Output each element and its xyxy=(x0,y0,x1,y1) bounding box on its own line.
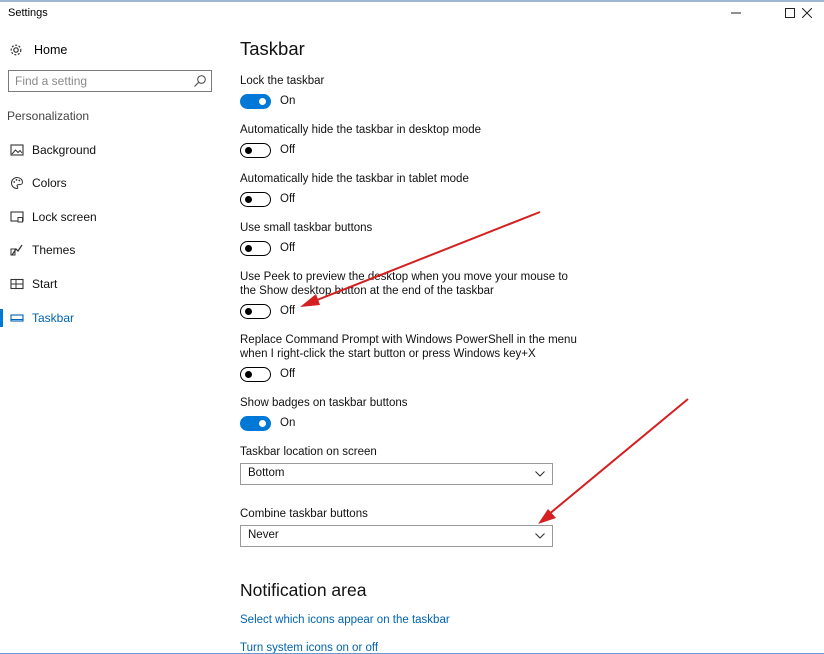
toggle-state-text: Off xyxy=(280,242,296,254)
toggle-knob xyxy=(259,419,266,427)
toggle-autohide-desktop[interactable] xyxy=(240,143,271,158)
dropdown-value: Never xyxy=(248,529,279,541)
setting-label-small-buttons: Use small taskbar buttons xyxy=(240,222,373,234)
setting-label-lock-taskbar: Lock the taskbar xyxy=(240,75,325,87)
toggle-state-text: Off xyxy=(280,368,296,380)
toggle-lock-taskbar[interactable] xyxy=(240,94,271,109)
taskbar-icon xyxy=(10,314,24,322)
search-input[interactable] xyxy=(9,71,199,91)
nav-home[interactable]: Home xyxy=(8,40,67,60)
setting-label-peek-line1: Use Peek to preview the desktop when you… xyxy=(240,271,568,283)
toggle-knob xyxy=(245,244,252,252)
sidebar-item-start[interactable]: Start xyxy=(0,273,222,295)
section-label-personalization: Personalization xyxy=(7,109,90,123)
minimize-icon xyxy=(731,12,741,14)
setting-label-autohide-desktop: Automatically hide the taskbar in deskto… xyxy=(240,124,481,136)
setting-label-peek-line2: the Show desktop button at the end of th… xyxy=(240,285,494,297)
toggle-state-text: On xyxy=(280,95,296,107)
toggle-powershell[interactable] xyxy=(240,367,271,382)
start-icon xyxy=(10,278,24,290)
minimize-button[interactable] xyxy=(719,3,753,23)
search-box[interactable] xyxy=(8,70,212,92)
setting-label-powershell-line2: when I right-click the start button or p… xyxy=(240,348,536,360)
dropdown-taskbar-location[interactable]: Bottom xyxy=(240,463,553,485)
themes-icon xyxy=(10,244,23,256)
toggle-small-buttons[interactable] xyxy=(240,241,271,256)
chevron-down-icon xyxy=(535,533,545,539)
annotation-arrow-combine xyxy=(538,398,689,524)
close-button[interactable] xyxy=(790,3,824,23)
label-combine-buttons: Combine taskbar buttons xyxy=(240,508,368,520)
sidebar-item-label: Background xyxy=(32,143,97,157)
gear-icon xyxy=(10,44,22,56)
search-icon[interactable] xyxy=(193,74,207,88)
toggle-peek[interactable] xyxy=(240,304,271,319)
sidebar-item-colors[interactable]: Colors xyxy=(0,172,222,194)
sidebar-item-lock-screen[interactable]: Lock screen xyxy=(0,206,222,228)
toggle-badges[interactable] xyxy=(240,416,271,431)
toggle-autohide-tablet[interactable] xyxy=(240,192,271,207)
label-taskbar-location: Taskbar location on screen xyxy=(240,446,377,458)
setting-label-autohide-tablet: Automatically hide the taskbar in tablet… xyxy=(240,173,469,185)
sidebar-item-label: Start xyxy=(32,277,58,291)
sidebar-item-taskbar[interactable]: Taskbar xyxy=(0,307,222,329)
sidebar-item-label: Taskbar xyxy=(32,311,75,325)
lock-screen-icon xyxy=(10,211,24,223)
toggle-knob xyxy=(245,307,252,315)
toggle-knob xyxy=(245,146,252,154)
toggle-state-text: Off xyxy=(280,305,296,317)
setting-label-badges: Show badges on taskbar buttons xyxy=(240,397,408,409)
window-title: Settings xyxy=(8,7,48,19)
toggle-knob xyxy=(245,370,252,378)
notification-area-title: Notification area xyxy=(240,580,367,600)
picture-icon xyxy=(10,144,24,156)
toggle-state-text: On xyxy=(280,417,296,429)
dropdown-combine-buttons[interactable]: Never xyxy=(240,525,553,547)
page-title: Taskbar xyxy=(240,38,305,59)
sidebar: Home Personalization Background Colors L… xyxy=(0,28,222,654)
palette-icon xyxy=(11,176,24,190)
chevron-down-icon xyxy=(535,471,545,477)
dropdown-value: Bottom xyxy=(248,467,285,479)
setting-label-powershell-line1: Replace Command Prompt with Windows Powe… xyxy=(240,334,577,346)
sidebar-item-background[interactable]: Background xyxy=(0,139,222,161)
active-indicator xyxy=(0,309,3,327)
sidebar-item-label: Themes xyxy=(32,243,76,257)
link-select-icons[interactable]: Select which icons appear on the taskbar xyxy=(240,614,450,626)
sidebar-item-label: Colors xyxy=(32,176,67,190)
sidebar-item-label: Lock screen xyxy=(32,210,97,224)
nav-home-label: Home xyxy=(34,43,68,57)
toggle-knob xyxy=(259,97,266,105)
sidebar-item-themes[interactable]: Themes xyxy=(0,239,222,261)
toggle-state-text: Off xyxy=(280,144,296,156)
toggle-knob xyxy=(245,195,252,203)
toggle-state-text: Off xyxy=(280,193,296,205)
title-bar: Settings xyxy=(0,2,824,24)
close-icon xyxy=(802,8,812,18)
